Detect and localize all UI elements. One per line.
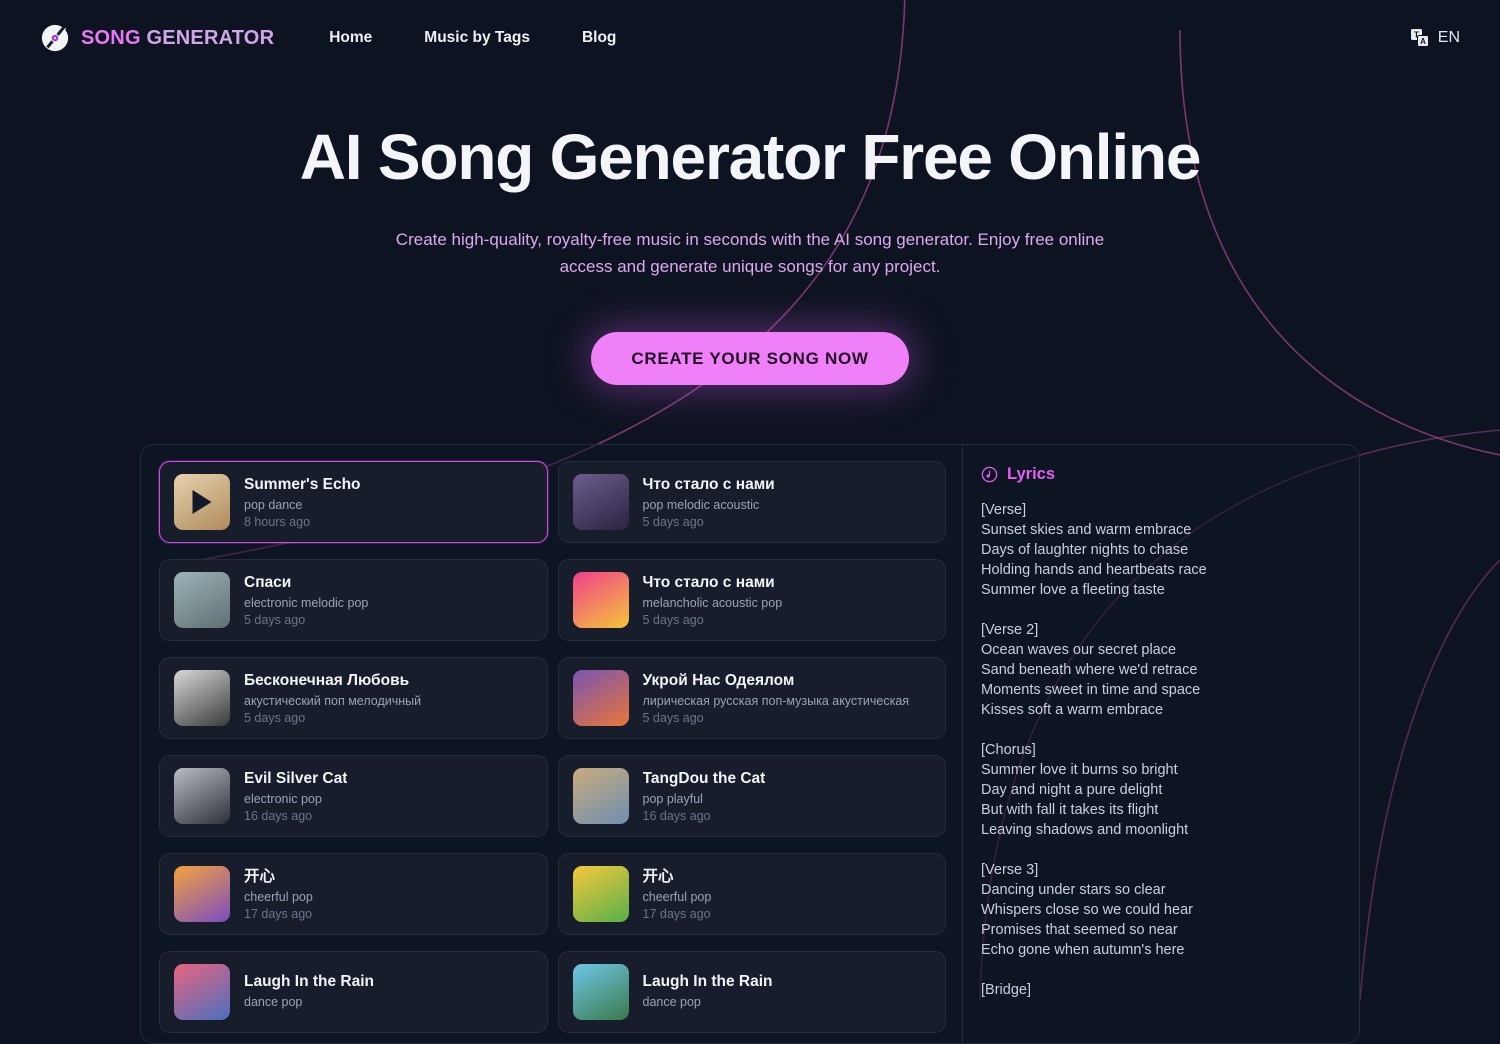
song-meta: Evil Silver Cat electronic pop 16 days ago [244,769,347,822]
song-timestamp: 16 days ago [244,808,313,823]
song-card[interactable]: Summer's Echo pop dance 8 hours ago [159,461,548,543]
lyrics-text: [Verse] Sunset skies and warm embrace Da… [981,502,1207,998]
song-meta: TangDou the Cat pop playful 16 days ago [643,769,766,822]
song-card[interactable]: Laugh In the Rain dance pop [159,951,548,1033]
song-tags: electronic melodic pop [244,595,369,610]
hero-subtitle: Create high-quality, royalty-free music … [395,230,1105,276]
main-nav: Home Music by Tags Blog [329,29,616,47]
song-card[interactable]: TangDou the Cat pop playful 16 days ago [557,755,946,837]
song-meta: Summer's Echo pop dance 8 hours ago [244,475,361,528]
song-meta: Laugh In the Rain dance pop [643,972,773,1011]
song-tags: акустический поп мелодичный [244,693,422,708]
song-meta: Что стало с нами melancholic acoustic pop… [643,573,783,626]
song-timestamp: 5 days ago [244,710,306,725]
song-thumbnail[interactable] [174,768,230,824]
song-meta: Что стало с нами pop melodic acoustic 5 da… [643,475,775,528]
song-thumbnail[interactable] [572,964,629,1020]
play-icon[interactable] [192,490,212,514]
song-title: Laugh In the Rain [642,973,773,991]
song-timestamp: 8 hours ago [244,514,311,529]
song-title: Бесконечная Любовь [244,672,410,690]
song-thumbnail[interactable] [174,572,230,628]
song-meta: Спаси electronic melodic pop 5 days ago [244,573,368,626]
song-thumbnail[interactable] [174,964,230,1020]
song-tags: cheerful pop [642,889,712,904]
brand-logo[interactable]: SONG GENERATOR [40,23,274,53]
song-title: Спаси [244,574,292,592]
cta-wrapper: CREATE YOUR SONG NOW [0,331,1500,385]
song-tags: electronic pop [244,791,322,806]
song-tags: pop melodic acoustic [642,497,760,512]
song-timestamp: 5 days ago [642,514,704,529]
song-title: 开心 [642,868,674,886]
song-card[interactable]: Что стало с нами melancholic acoustic pop… [557,559,946,641]
create-song-button[interactable]: CREATE YOUR SONG NOW [591,331,909,385]
song-timestamp: 16 days ago [642,808,711,823]
song-tags: melancholic acoustic pop [642,595,783,610]
page-title: AI Song Generator Free Online [299,121,1202,193]
language-selector[interactable]: T A EN [1410,28,1460,48]
song-meta: 开心 cheerful pop 17 days ago [244,867,313,920]
nav-item-blog[interactable]: Blog [582,29,616,47]
translate-icon: T A [1410,29,1429,47]
site-header: SONG GENERATOR Home Music by Tags Blog T… [0,0,1500,76]
song-title: Summer's Echo [244,476,361,494]
song-card[interactable]: Laugh In the Rain dance pop [557,951,946,1033]
song-thumbnail[interactable] [174,474,230,530]
song-timestamp: 5 days ago [642,710,704,725]
song-title: Что стало с нами [642,476,775,494]
song-meta: Laugh In the Rain dance pop [244,972,374,1011]
song-thumbnail[interactable] [174,670,230,726]
song-card[interactable]: Спаси electronic melodic pop 5 days ago [159,559,548,641]
song-timestamp: 17 days ago [244,906,313,921]
song-card[interactable]: Укрой Нас Одеялом лирическая русская поп-… [557,657,946,739]
song-meta: Укрой Нас Одеялом лирическая русская поп-… [643,671,910,724]
svg-text:A: A [1420,37,1426,46]
song-tags: dance pop [244,994,303,1009]
player-panel: Summer's Echo pop dance 8 hours ago Что ста… [140,444,1360,1044]
hero-section: AI Song Generator Free Online Create hig… [0,121,1500,385]
song-thumbnail[interactable] [572,474,629,530]
song-card[interactable]: 开心 cheerful pop 17 days ago [159,853,548,935]
song-title: 开心 [244,868,276,886]
song-tags: лирическая русская поп-музыка акустическ… [642,693,910,708]
music-disc-icon [981,466,998,483]
song-thumbnail[interactable] [572,768,629,824]
song-title: Laugh In the Rain [244,973,375,991]
brand-text: SONG GENERATOR [81,27,274,50]
song-card[interactable]: Evil Silver Cat electronic pop 16 days ago [159,755,548,837]
song-meta: 开心 cheerful pop 17 days ago [643,867,712,920]
song-card[interactable]: Что стало с нами pop melodic acoustic 5 da… [557,461,946,543]
vinyl-disc-icon [41,24,69,52]
song-thumbnail[interactable] [174,866,230,922]
song-tags: cheerful pop [244,889,313,904]
brand-secondary: GENERATOR [146,26,275,49]
song-timestamp: 17 days ago [642,906,711,921]
song-meta: Бесконечная Любовь акустический поп мелод… [244,671,421,724]
song-title: Укрой Нас Одеялом [642,672,795,690]
song-list[interactable]: Summer's Echo pop dance 8 hours ago Что ста… [141,445,963,1043]
song-timestamp: 5 days ago [642,612,704,627]
lyrics-panel: Lyrics [Verse] Sunset skies and warm emb… [963,445,1359,1043]
nav-item-home[interactable]: Home [329,29,372,47]
song-tags: pop playful [642,791,703,806]
song-title: Что стало с нами [642,574,775,592]
lyrics-heading: Lyrics [1007,465,1056,483]
song-thumbnail[interactable] [572,572,629,628]
song-thumbnail[interactable] [572,866,629,922]
song-tags: pop dance [244,497,303,512]
nav-item-music-by-tags[interactable]: Music by Tags [424,29,530,47]
song-title: TangDou the Cat [642,770,766,788]
language-label: EN [1437,29,1460,46]
song-tags: dance pop [642,994,701,1009]
song-thumbnail[interactable] [572,670,629,726]
lyrics-header: Lyrics [981,465,1337,484]
song-card[interactable]: 开心 cheerful pop 17 days ago [557,853,946,935]
brand-primary: SONG [81,26,141,49]
song-card[interactable]: Бесконечная Любовь акустический поп мелод… [159,657,548,739]
song-timestamp: 5 days ago [244,612,306,627]
song-title: Evil Silver Cat [244,770,348,788]
